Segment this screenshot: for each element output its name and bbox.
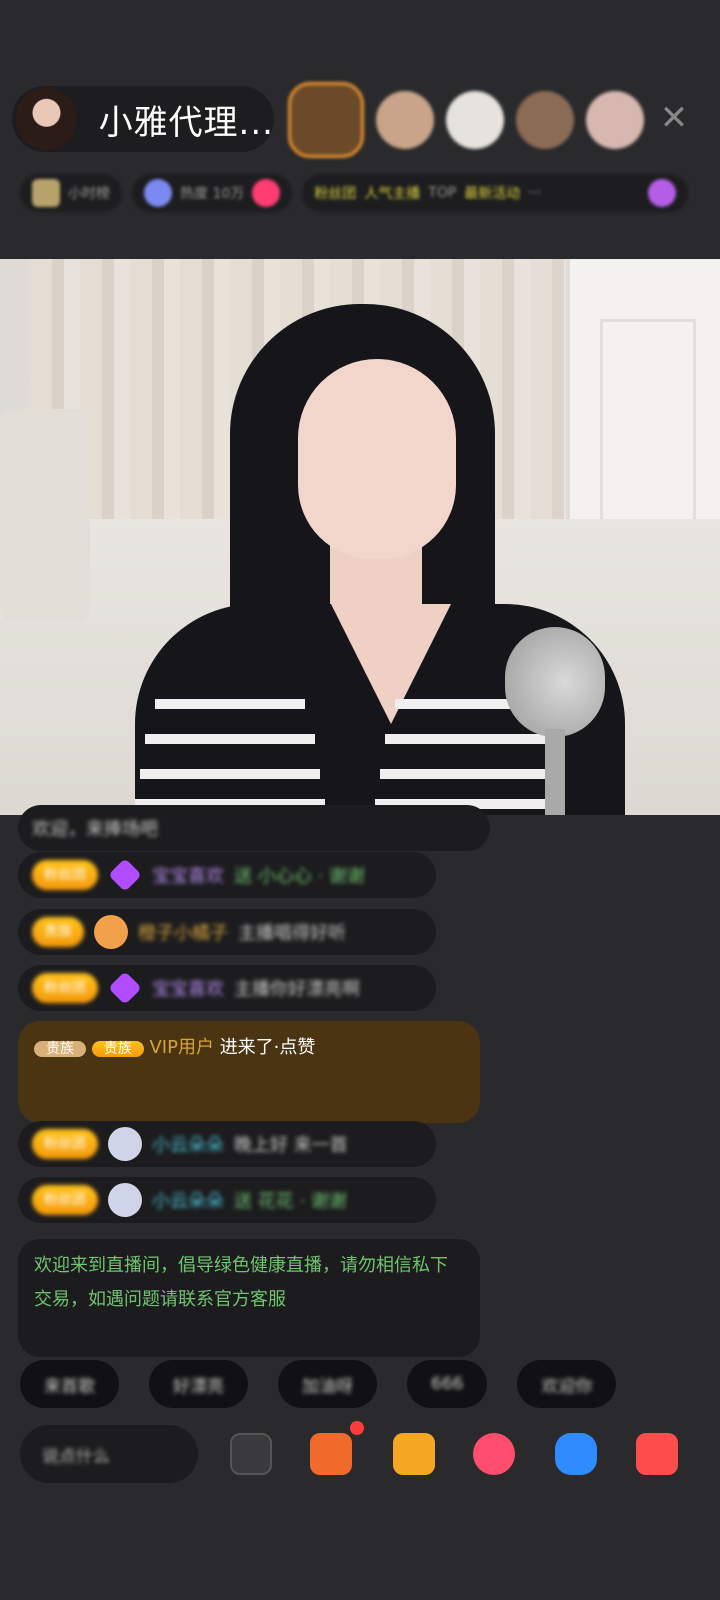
notification-dot <box>350 1421 364 1435</box>
fan-badge: 粉丝团 <box>32 860 98 890</box>
chat-text: 主播唱得好听 <box>238 923 346 944</box>
quick-reply-label: 来首歌 <box>44 1376 95 1397</box>
chat-username[interactable]: 小云朵朵 <box>152 1187 224 1213</box>
quick-reply-button[interactable]: 来首歌 <box>20 1360 119 1408</box>
gift-icon[interactable] <box>393 1433 435 1475</box>
chat-username[interactable]: VIP用户 <box>149 1037 213 1058</box>
viewer-avatar[interactable] <box>288 82 364 158</box>
orange-icon <box>94 915 128 949</box>
chat-message-highlighted: 贵族 贵族 VIP用户 进来了·点赞 <box>18 1021 480 1123</box>
quick-reply-button[interactable]: 欢迎你 <box>517 1360 617 1408</box>
viewer-avatar[interactable] <box>446 91 504 149</box>
ghost-icon <box>108 1127 142 1161</box>
chat-text: 送 小心心 · 谢谢 <box>234 866 365 887</box>
chat-text: 送 花花 · 谢谢 <box>234 1191 347 1212</box>
tag: TOP <box>428 185 457 201</box>
close-icon[interactable]: ✕ <box>656 100 692 136</box>
system-notice: 欢迎来到直播间，倡导绿色健康直播，请勿相信私下交易，如遇问题请联系官方客服 <box>18 1239 480 1357</box>
chat-text: 欢迎，来捧场吧 <box>32 819 158 840</box>
info-bar: 小时榜 热度 10万 粉丝团 人气主播 TOP 最新活动 ··· <box>20 172 688 214</box>
gift-box-icon[interactable] <box>310 1433 352 1475</box>
viewer-avatar[interactable] <box>516 91 574 149</box>
heat-chip[interactable]: 热度 10万 <box>132 174 293 212</box>
noble-badge: 贵族 <box>32 917 84 947</box>
chat-text: 主播你好漂亮啊 <box>234 979 360 1000</box>
system-notice-text: 欢迎来到直播间，倡导绿色健康直播，请勿相信私下交易，如遇问题请联系官方客服 <box>34 1255 448 1310</box>
chat-username[interactable]: 宝宝喜欢 <box>152 862 224 888</box>
viewer-avatar[interactable] <box>586 91 644 149</box>
chat-message: 粉丝团 小云朵朵 晚上好 来一首 <box>18 1121 436 1167</box>
chat-message: 粉丝团 小云朵朵 送 花花 · 谢谢 <box>18 1177 436 1223</box>
live-video[interactable] <box>0 259 720 815</box>
chat-text: 晚上好 来一首 <box>234 1135 348 1156</box>
comment-input-placeholder: 说点什么 <box>42 1446 110 1467</box>
viewer-avatar-list <box>288 82 644 158</box>
quick-reply-label: 欢迎你 <box>541 1376 593 1397</box>
chat-message: 欢迎，来捧场吧 <box>18 805 490 851</box>
microphone <box>505 627 605 737</box>
chat-username[interactable]: 宝宝喜欢 <box>152 975 224 1001</box>
rank-chip-label: 小时榜 <box>68 186 110 202</box>
gem-icon <box>108 971 142 1005</box>
tag: 粉丝团 <box>314 186 357 202</box>
ghost-icon <box>108 1183 142 1217</box>
comment-input[interactable]: 说点什么 <box>20 1425 198 1483</box>
tag: 最新活动 <box>464 186 521 202</box>
chat-text: 进来了·点赞 <box>219 1037 316 1058</box>
rank-icon <box>32 179 60 207</box>
rank-chip[interactable]: 小时榜 <box>20 174 122 212</box>
tags-chip[interactable]: 粉丝团 人气主播 TOP 最新活动 ··· <box>302 174 688 212</box>
fan-badge: 粉丝团 <box>32 1129 98 1159</box>
gem-icon <box>108 858 142 892</box>
heat-icon <box>144 179 172 207</box>
level-badge: 贵族 <box>34 1041 86 1057</box>
chat-message: 贵族 橙子小橘子 主播唱得好听 <box>18 909 436 955</box>
couch-arm <box>0 409 90 619</box>
quick-reply-button[interactable]: 好漂亮 <box>149 1360 248 1408</box>
viewer-avatar[interactable] <box>376 91 434 149</box>
heat-chip-label: 热度 10万 <box>180 186 245 202</box>
host-name: 小雅代理... <box>98 102 274 143</box>
pink-badge-icon <box>252 179 281 207</box>
bottom-bar: 说点什么 <box>0 1421 720 1487</box>
tag-more: ··· <box>528 185 542 201</box>
chat-username[interactable]: 橙子小橘子 <box>138 919 228 945</box>
purple-badge-icon <box>648 179 676 207</box>
game-icon[interactable] <box>555 1433 597 1475</box>
host-avatar[interactable] <box>14 86 79 152</box>
quick-reply-label: 666 <box>431 1374 464 1394</box>
fan-badge: 粉丝团 <box>32 973 98 1003</box>
microphone-stand <box>545 729 565 815</box>
host-profile-pill[interactable]: 小雅代理... <box>12 86 274 152</box>
chat-username[interactable]: 小云朵朵 <box>152 1131 224 1157</box>
noble-badge: 贵族 <box>91 1041 144 1057</box>
chat-message: 粉丝团 宝宝喜欢 送 小心心 · 谢谢 <box>18 852 436 898</box>
more-icon[interactable] <box>636 1433 678 1475</box>
quick-reply-row: 来首歌 好漂亮 加油呀 666 欢迎你 <box>20 1360 720 1408</box>
chat-message: 粉丝团 宝宝喜欢 主播你好漂亮啊 <box>18 965 436 1011</box>
quick-reply-button[interactable]: 加油呀 <box>278 1360 377 1408</box>
streamer-face <box>298 359 456 559</box>
quick-reply-label: 好漂亮 <box>173 1376 224 1397</box>
fan-badge: 粉丝团 <box>32 1185 98 1215</box>
tag: 人气主播 <box>364 186 421 202</box>
chat-icon[interactable] <box>230 1433 272 1475</box>
heart-icon[interactable] <box>473 1433 515 1475</box>
quick-reply-button[interactable]: 666 <box>407 1360 488 1408</box>
quick-reply-label: 加油呀 <box>302 1376 353 1397</box>
